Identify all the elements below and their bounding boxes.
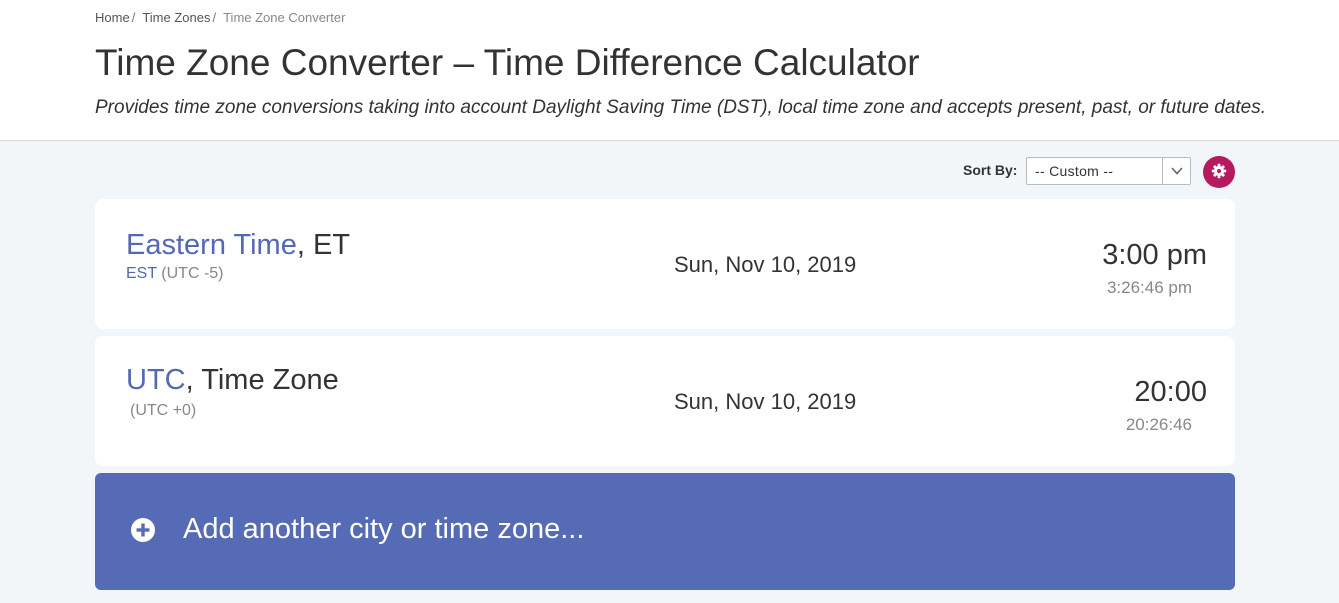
zone-date[interactable]: Sun, Nov 10, 2019 [674,252,856,278]
sort-by-label: Sort By: [963,162,1018,178]
zone-utc-offset: (UTC +0) [130,402,197,419]
zone-name-suffix: , ET [296,229,351,261]
zone-current-time: 3:26:46 pm [1106,278,1192,297]
gear-icon [1211,163,1227,179]
time-zone-card-utc[interactable]: UTC, Time Zone (UTC +0) Sun, Nov 10, 201… [95,336,1235,466]
page-header: Home / Time Zones / Time Zone Converter Time… [0,0,1339,141]
breadcrumb-home-link[interactable]: Home [95,10,130,25]
add-time-zone-button[interactable]: Add another city or time zone... [95,473,1235,590]
page-subtitle: Provides time zone conversions taking in… [95,97,1267,118]
breadcrumb: Home / Time Zones / Time Zone Converter [95,10,345,25]
zone-name: UTC, Time Zone [126,364,339,397]
chevron-down-icon [1171,167,1183,175]
zone-detail: (UTC +0) [130,402,196,420]
breadcrumb-separator: / [212,10,217,25]
zone-time[interactable]: 3:00 pm [1102,239,1207,272]
plus-circle-icon [131,518,155,542]
zone-current-time: 20:26:46 [1125,415,1192,434]
zone-detail: EST (UTC -5) [126,265,224,283]
breadcrumb-time-zones-link[interactable]: Time Zones [142,10,210,25]
zone-utc-offset: (UTC -5) [161,265,224,282]
add-time-zone-label: Add another city or time zone... [183,513,585,545]
time-zone-card-eastern[interactable]: Eastern Time, ET EST (UTC -5) Sun, Nov 1… [95,199,1235,329]
breadcrumb-separator: / [131,10,136,25]
breadcrumb-current: Time Zone Converter [223,10,346,25]
sort-by-selected-value: -- Custom -- [1035,163,1114,179]
settings-button[interactable] [1203,156,1235,188]
sort-bar: Sort By: -- Custom -- [0,156,1339,188]
zone-time[interactable]: 20:00 [1134,376,1207,409]
zone-name: Eastern Time, ET [126,229,350,262]
zone-name-link[interactable]: UTC [126,364,186,396]
zone-name-suffix: , Time Zone [185,364,339,396]
zone-date[interactable]: Sun, Nov 10, 2019 [674,389,856,415]
sort-dropdown-toggle[interactable] [1162,158,1190,184]
zone-abbreviation: EST [126,265,157,282]
zone-name-link[interactable]: Eastern Time [126,229,297,261]
page-title: Time Zone Converter – Time Difference Ca… [95,42,920,83]
sort-by-select[interactable]: -- Custom -- [1026,157,1191,185]
